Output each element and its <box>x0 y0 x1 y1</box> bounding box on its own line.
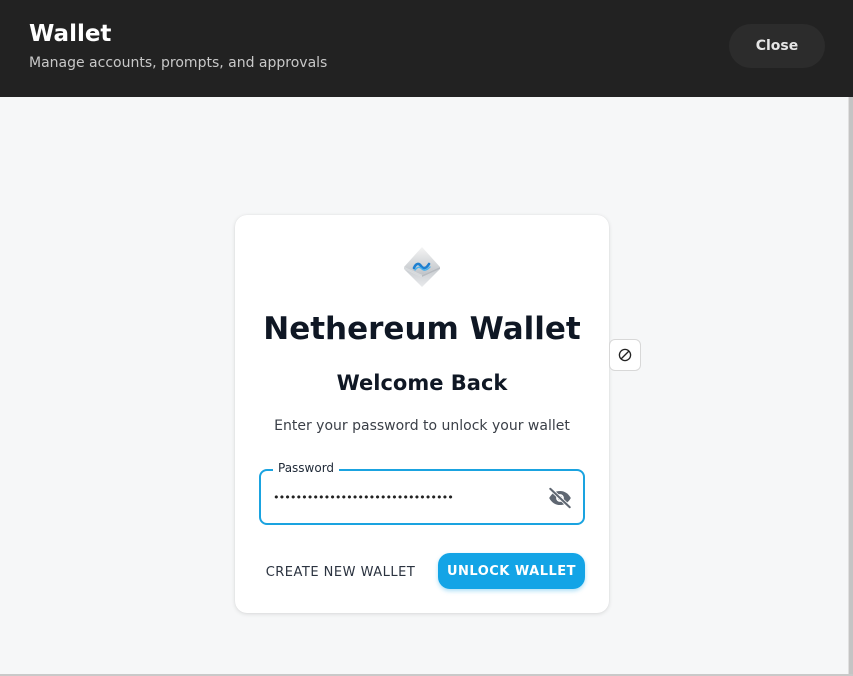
create-new-wallet-button[interactable]: CREATE NEW WALLET <box>259 555 422 589</box>
scrollbar[interactable] <box>848 97 853 676</box>
password-input[interactable] <box>273 485 543 509</box>
block-icon-button[interactable] <box>609 339 641 371</box>
unlock-wallet-button[interactable]: UNLOCK WALLET <box>438 553 585 589</box>
app-title: Nethereum Wallet <box>263 311 581 347</box>
unlock-card: Nethereum Wallet Welcome Back Enter your… <box>235 215 609 613</box>
close-button[interactable]: Close <box>729 24 825 68</box>
block-icon <box>618 348 632 362</box>
page-subtitle: Manage accounts, prompts, and approvals <box>29 55 328 71</box>
app-header: Wallet Manage accounts, prompts, and app… <box>0 0 853 97</box>
scrollbar-thumb[interactable] <box>849 97 853 676</box>
password-label: Password <box>273 461 340 475</box>
unlock-instructions: Enter your password to unlock your walle… <box>274 418 570 434</box>
welcome-heading: Welcome Back <box>336 371 508 395</box>
eye-off-icon[interactable] <box>547 485 573 511</box>
password-field[interactable]: Password <box>259 461 585 525</box>
page-title: Wallet <box>29 21 112 47</box>
nethereum-logo-icon <box>402 245 442 289</box>
